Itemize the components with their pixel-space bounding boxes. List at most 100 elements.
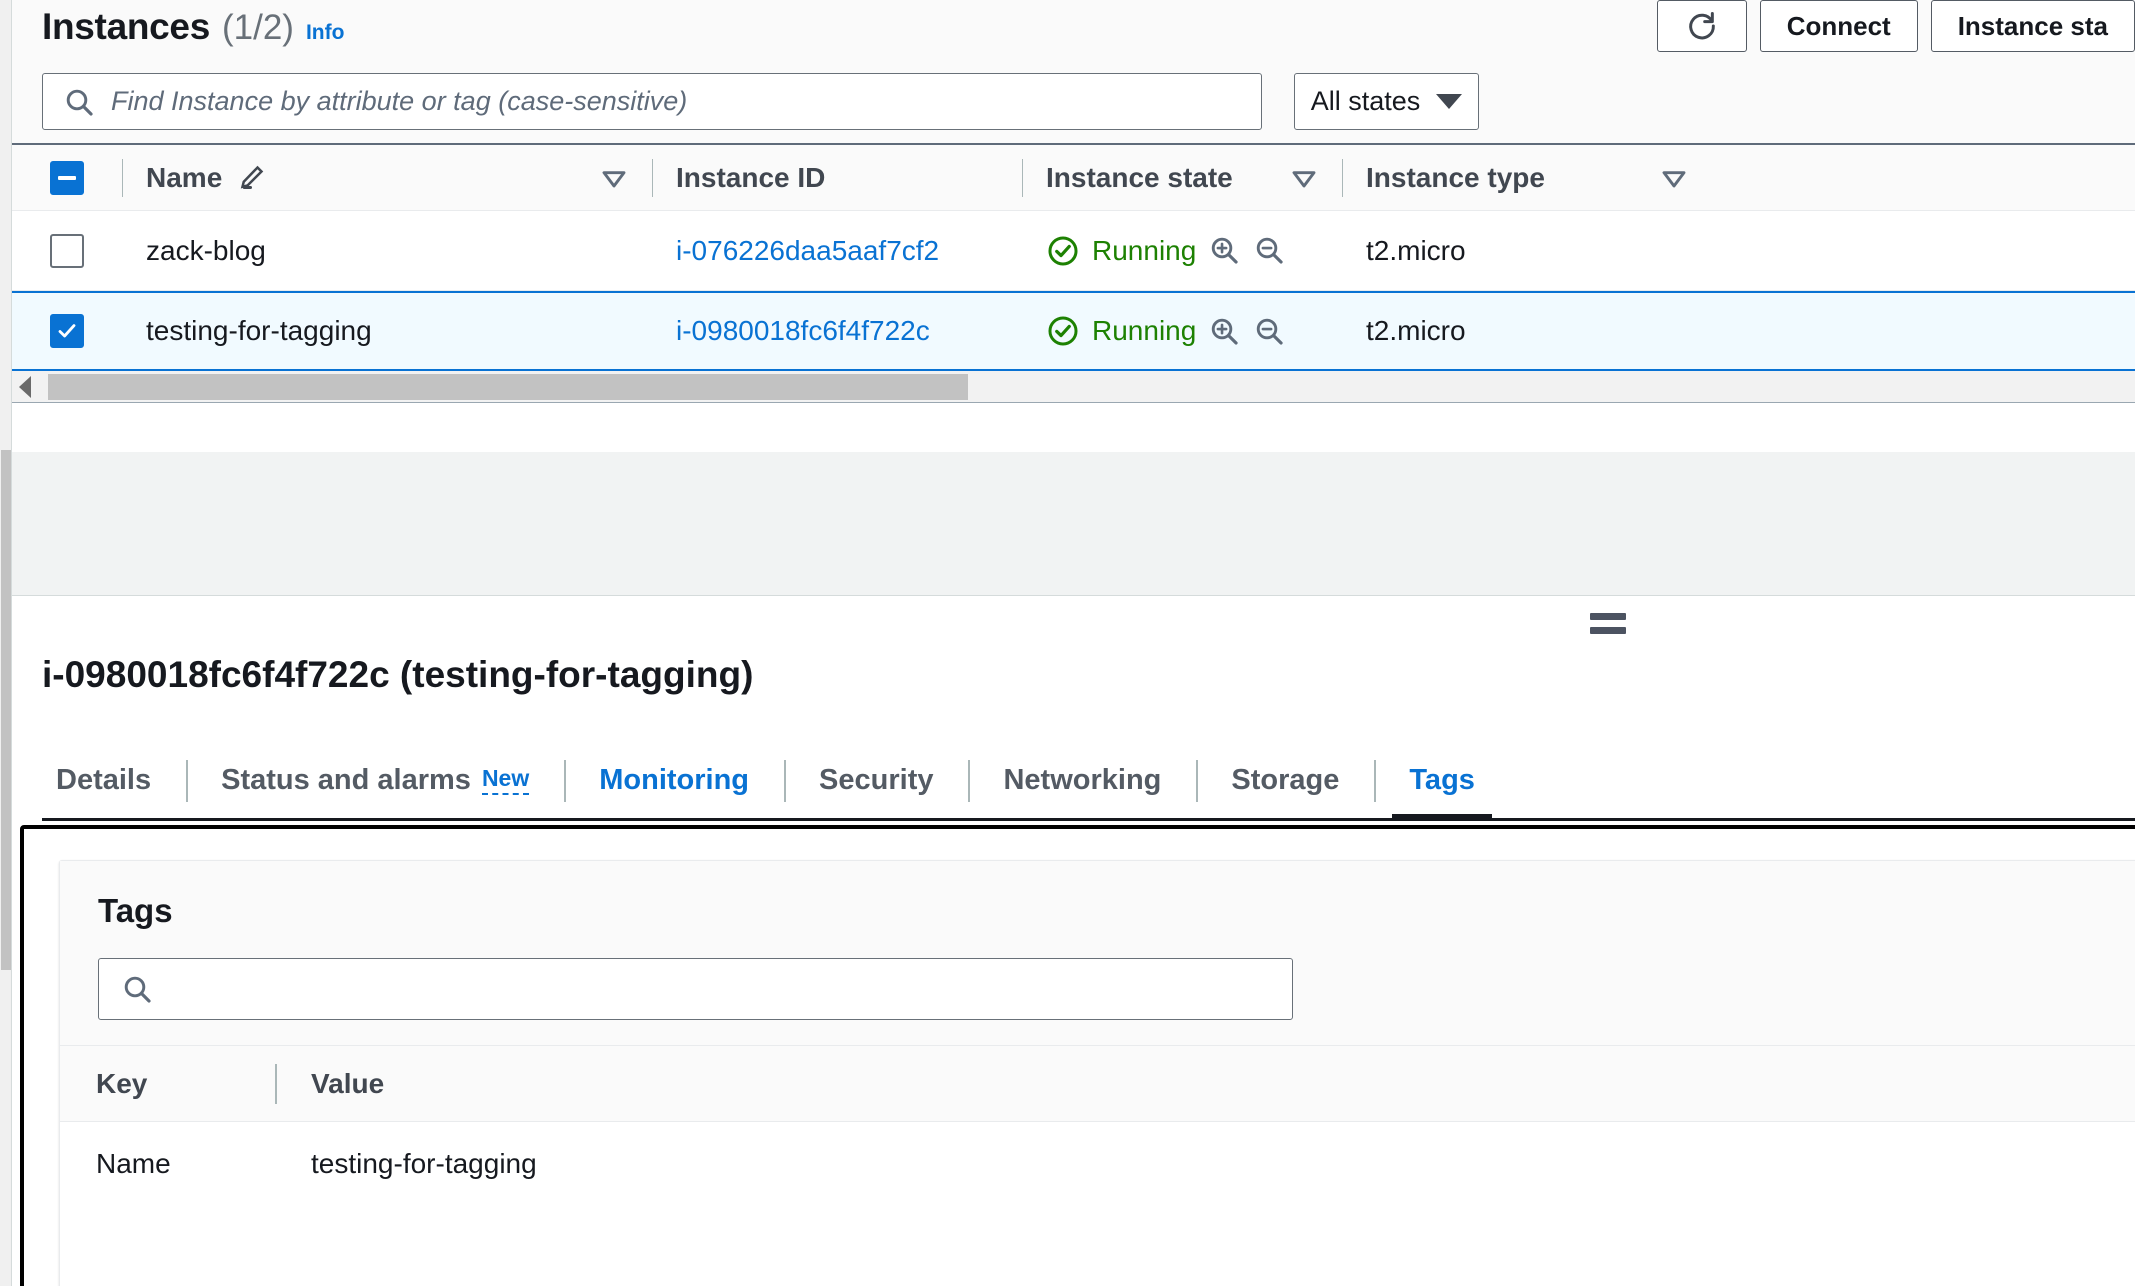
tab-storage[interactable]: Storage bbox=[1196, 743, 1374, 818]
drag-handle-bar bbox=[1590, 613, 1626, 620]
edit-pencil-icon[interactable] bbox=[236, 163, 266, 193]
tags-card-title: Tags bbox=[98, 892, 173, 929]
select-all-checkbox-cell[interactable] bbox=[12, 160, 122, 195]
table-row[interactable]: testing-for-tagging i-0980018fc6f4f722c … bbox=[12, 291, 2135, 371]
tab-security[interactable]: Security bbox=[784, 743, 968, 818]
table-row[interactable]: zack-blog i-076226daa5aaf7cf2 Running t2… bbox=[12, 211, 2135, 291]
row-instance-state-cell: Running bbox=[1022, 314, 1342, 348]
tags-card-header: Tags bbox=[60, 861, 2135, 1046]
tab-tags[interactable]: Tags bbox=[1374, 743, 1510, 821]
tags-column-header-key-label: Key bbox=[96, 1067, 148, 1099]
row-checkbox[interactable] bbox=[50, 233, 84, 268]
instance-name: zack-blog bbox=[146, 234, 266, 266]
detail-tabs: Details Status and alarms New Monitoring… bbox=[42, 743, 2135, 821]
table-horizontal-scrollbar[interactable] bbox=[12, 371, 2135, 403]
column-header-name-label: Name bbox=[146, 161, 223, 193]
connect-button[interactable]: Connect bbox=[1759, 0, 1918, 52]
refresh-icon bbox=[1688, 12, 1715, 40]
instance-detail-panel: i-0980018fc6f4f722c (testing-for-tagging… bbox=[12, 597, 2135, 1286]
column-header-instance-type[interactable]: Instance type bbox=[1342, 145, 1712, 210]
instance-id-link[interactable]: i-0980018fc6f4f722c bbox=[676, 315, 930, 347]
info-link[interactable]: Info bbox=[306, 21, 344, 45]
instance-id-link[interactable]: i-076226daa5aaf7cf2 bbox=[676, 235, 939, 267]
search-icon bbox=[66, 89, 93, 116]
zoom-in-icon[interactable] bbox=[1208, 315, 1241, 348]
row-name-cell: testing-for-tagging bbox=[122, 315, 652, 347]
sort-arrow-icon[interactable] bbox=[1288, 162, 1320, 194]
row-instance-state-cell: Running bbox=[1022, 234, 1342, 268]
tab-status-and-alarms-label: Status and alarms bbox=[221, 764, 471, 796]
tab-details-label: Details bbox=[56, 764, 152, 796]
instances-title-block: Instances (1/2) Info bbox=[42, 6, 344, 48]
scroll-left-arrow-icon[interactable] bbox=[19, 375, 31, 398]
instance-state-text: Running bbox=[1092, 315, 1197, 346]
state-filter-select[interactable]: All states bbox=[1294, 73, 1479, 130]
tab-tags-label: Tags bbox=[1409, 764, 1475, 796]
page-title: Instances bbox=[42, 6, 210, 47]
row-checkbox-cell[interactable] bbox=[12, 314, 122, 348]
state-filter-value: All states bbox=[1310, 86, 1421, 116]
tab-monitoring-label: Monitoring bbox=[599, 764, 750, 796]
detail-panel-title: i-0980018fc6f4f722c (testing-for-tagging… bbox=[42, 654, 754, 695]
horizontal-scrollbar-track[interactable] bbox=[48, 374, 2135, 400]
column-header-instance-state[interactable]: Instance state bbox=[1022, 145, 1342, 210]
sort-arrow-icon[interactable] bbox=[1658, 162, 1690, 194]
select-all-checkbox[interactable] bbox=[50, 160, 84, 195]
tags-table-header: Key Value bbox=[60, 1046, 2135, 1122]
tags-column-header-value: Value bbox=[275, 1046, 975, 1121]
tab-content-panel: Tags Key Value Name testing-for-tagging bbox=[20, 825, 2135, 1286]
tab-status-and-alarms[interactable]: Status and alarms New bbox=[186, 743, 564, 818]
column-divider bbox=[1342, 159, 1343, 197]
chevron-down-icon bbox=[1436, 94, 1463, 109]
row-checkbox-cell[interactable] bbox=[12, 233, 122, 268]
instance-state-text: Running bbox=[1092, 234, 1197, 266]
zoom-out-icon[interactable] bbox=[1253, 315, 1286, 348]
instances-table-header: Instances (1/2) Info Connect Instance st… bbox=[12, 0, 2135, 66]
tab-monitoring[interactable]: Monitoring bbox=[564, 743, 784, 818]
column-header-instance-id[interactable]: Instance ID bbox=[652, 145, 1022, 210]
horizontal-scrollbar-thumb[interactable] bbox=[48, 374, 968, 400]
instances-search-placeholder: Find Instance by attribute or tag (case-… bbox=[111, 86, 688, 116]
column-divider bbox=[1022, 159, 1023, 197]
connect-button-label: Connect bbox=[1786, 10, 1891, 41]
tab-divider bbox=[186, 760, 189, 802]
tags-search-input[interactable] bbox=[98, 958, 1293, 1020]
refresh-button[interactable] bbox=[1656, 0, 1747, 52]
indeterminate-dash-icon bbox=[58, 175, 76, 180]
instances-count: (1/2) bbox=[222, 8, 294, 47]
instances-table-panel: Instances (1/2) Info Connect Instance st… bbox=[12, 0, 2135, 452]
search-icon bbox=[124, 976, 151, 1003]
new-badge: New bbox=[481, 766, 530, 795]
instance-state-button[interactable]: Instance sta bbox=[1930, 0, 2135, 52]
tab-security-label: Security bbox=[819, 764, 934, 796]
tab-details[interactable]: Details bbox=[42, 743, 186, 818]
row-instance-type-cell: t2.micro bbox=[1342, 235, 1712, 267]
checkmark-icon bbox=[58, 324, 76, 338]
row-instance-type-cell: t2.micro bbox=[1342, 315, 1712, 347]
tags-column-header-key: Key bbox=[60, 1046, 275, 1121]
table-row: Name testing-for-tagging bbox=[60, 1122, 2135, 1206]
row-checkbox[interactable] bbox=[50, 314, 84, 348]
status-badge: Running bbox=[1046, 314, 1286, 348]
sort-arrow-icon[interactable] bbox=[598, 162, 630, 194]
tab-networking-label: Networking bbox=[1003, 764, 1162, 796]
tab-divider bbox=[784, 760, 787, 802]
column-header-instance-type-label: Instance type bbox=[1366, 161, 1545, 193]
column-divider bbox=[122, 159, 123, 197]
instances-search-box[interactable]: Find Instance by attribute or tag (case-… bbox=[42, 73, 1262, 130]
page-vertical-scrollbar[interactable] bbox=[0, 0, 12, 1286]
zoom-out-icon[interactable] bbox=[1253, 234, 1286, 267]
instance-type: t2.micro bbox=[1366, 315, 1466, 346]
tab-networking[interactable]: Networking bbox=[968, 743, 1196, 818]
tab-divider bbox=[1374, 760, 1377, 802]
tab-divider bbox=[1196, 760, 1199, 802]
page-vertical-scrollbar-thumb[interactable] bbox=[1, 450, 11, 970]
column-header-name[interactable]: Name bbox=[122, 145, 652, 210]
zoom-in-icon[interactable] bbox=[1208, 234, 1241, 267]
panel-gap-band bbox=[12, 452, 2135, 596]
drag-handle-icon[interactable] bbox=[1590, 613, 1626, 634]
column-header-instance-state-label: Instance state bbox=[1046, 161, 1233, 193]
tag-key: Name bbox=[96, 1148, 171, 1179]
instances-actions: Connect Instance sta bbox=[1656, 0, 2135, 52]
tags-card: Tags Key Value Name testing-for-tagging bbox=[59, 860, 2135, 1286]
